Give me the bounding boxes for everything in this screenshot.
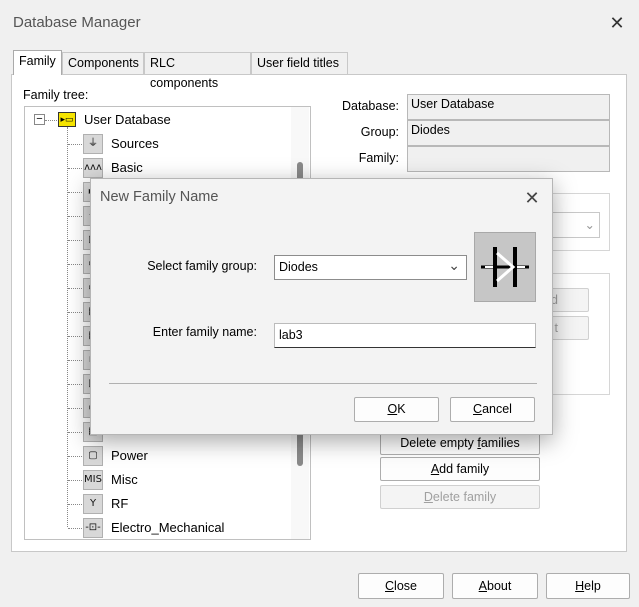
chevron-down-icon: ⌄: [448, 257, 460, 273]
tree-connector: [68, 168, 82, 169]
tree-connector: [68, 336, 82, 337]
button-label: lose: [394, 579, 417, 593]
tree-connector: [68, 360, 82, 361]
button-label: ancel: [482, 402, 512, 416]
antenna-icon: Y: [83, 494, 103, 514]
button-label-accel: D: [423, 490, 433, 504]
tree-connector: [68, 312, 82, 313]
power-icon: ▢: [83, 446, 103, 466]
tab-family[interactable]: Family: [13, 50, 62, 75]
help-button[interactable]: Help: [546, 573, 630, 599]
button-label-accel: O: [387, 402, 398, 416]
tree-connector: [67, 127, 68, 527]
button-label: K: [397, 402, 406, 416]
add-family-button[interactable]: Add family: [380, 457, 540, 481]
tree-collapse-icon[interactable]: −: [34, 114, 45, 125]
about-button[interactable]: About: [452, 573, 538, 599]
tab-components[interactable]: Components: [62, 52, 144, 74]
hidden-button[interactable]: d: [548, 288, 589, 312]
tree-connector: [68, 216, 82, 217]
electromechanical-icon: -⊡-: [83, 518, 103, 538]
window-close-icon[interactable]: ✕: [604, 10, 630, 36]
tab-rlc-components[interactable]: RLC components: [144, 52, 251, 90]
family-group-label: Select family group:: [147, 259, 257, 273]
delete-family-button[interactable]: Delete family: [380, 485, 540, 509]
tree-connector: [68, 384, 82, 385]
dialog-close-icon[interactable]: ✕: [519, 185, 545, 211]
tree-connector: [68, 288, 82, 289]
database-label: Database:: [342, 99, 399, 113]
tree-connector: [68, 240, 82, 241]
tree-connector: [45, 120, 57, 121]
dialog-title: New Family Name: [100, 189, 219, 205]
family-label: Family:: [358, 151, 399, 165]
button-label-accel: H: [575, 579, 585, 593]
button-label: elp: [584, 579, 601, 593]
misc-icon: MISC: [83, 470, 103, 490]
tree-item-label[interactable]: Power: [111, 448, 148, 463]
tree-item-label[interactable]: Electro_Mechanical: [111, 520, 224, 535]
tree-connector: [68, 480, 82, 481]
hidden-button[interactable]: t: [548, 316, 589, 340]
family-field: [407, 146, 610, 172]
tree-connector: [68, 144, 82, 145]
group-label: Group:: [360, 125, 399, 139]
tree-item-label[interactable]: Basic: [111, 160, 143, 175]
tree-item-label[interactable]: Sources: [111, 136, 159, 151]
family-name-label: Enter family name:: [152, 325, 257, 339]
diode-symbol-icon: [474, 232, 536, 302]
tree-root-label[interactable]: User Database: [84, 112, 171, 127]
family-group-select[interactable]: Diodes ⌄: [274, 255, 467, 280]
cancel-button[interactable]: Cancel: [450, 397, 535, 422]
tree-connector: [68, 408, 82, 409]
sources-icon: ⏚: [83, 134, 103, 154]
button-label: elete family: [432, 490, 497, 504]
button-label: amilies: [480, 436, 520, 450]
window-title: Database Manager: [13, 14, 141, 31]
family-name-input[interactable]: lab3: [274, 323, 536, 348]
button-label-accel: C: [385, 579, 395, 593]
database-icon: ▸▭: [58, 112, 76, 127]
button-label: dd family: [439, 462, 490, 476]
dialog-separator: [109, 383, 537, 384]
tree-connector: [68, 456, 82, 457]
group-field: Diodes: [407, 120, 610, 146]
close-button[interactable]: Close: [358, 573, 444, 599]
resistor-icon: ʌʌʌ: [83, 158, 103, 178]
hidden-dropdown[interactable]: ⌄: [553, 212, 600, 238]
tree-item-label[interactable]: RF: [111, 496, 128, 511]
button-label-accel: A: [430, 462, 440, 476]
tree-connector: [68, 528, 82, 529]
tab-user-field-titles[interactable]: User field titles: [251, 52, 348, 74]
button-label: Delete empty: [400, 436, 478, 450]
tree-connector: [68, 264, 82, 265]
ok-button[interactable]: OK: [354, 397, 439, 422]
button-label: bout: [487, 579, 512, 593]
button-label-accel: A: [478, 579, 487, 593]
button-label-accel: C: [473, 402, 483, 416]
family-group-value: Diodes: [279, 260, 318, 274]
new-family-name-dialog: New Family Name ✕ Select family group: D…: [90, 178, 553, 435]
database-field: User Database: [407, 94, 610, 120]
tree-connector: [68, 432, 82, 433]
family-tree-label: Family tree:: [23, 88, 89, 102]
tree-connector: [68, 504, 82, 505]
tree-connector: [68, 192, 82, 193]
tree-item-label[interactable]: Misc: [111, 472, 138, 487]
